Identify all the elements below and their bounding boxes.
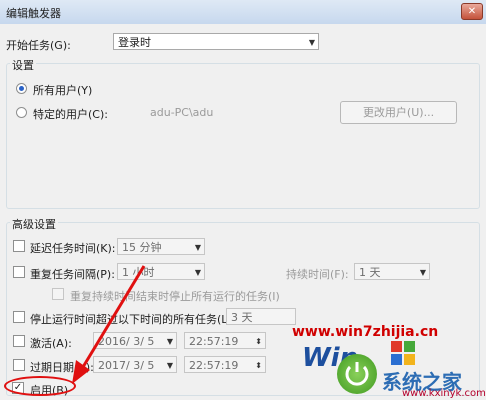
expire-checkbox[interactable]: [13, 359, 25, 371]
user-value: adu-PC\adu: [150, 106, 214, 119]
stop-long-dropdown[interactable]: 3 天: [226, 308, 296, 325]
chevron-down-icon: ▼: [166, 361, 173, 370]
activate-time: 22:57:19: [189, 335, 239, 348]
power-logo-icon: [337, 354, 377, 394]
specific-user-label: 特定的用户(C):: [33, 108, 108, 121]
change-user-button[interactable]: 更改用户(U)...: [340, 101, 457, 124]
spinner-icon: ⬍: [255, 361, 262, 370]
watermark-site: www.win7zhijia.cn: [292, 324, 439, 340]
expire-time: 22:57:19: [189, 359, 239, 372]
chevron-down-icon: ▼: [308, 38, 315, 47]
chevron-down-icon: ▼: [419, 268, 426, 277]
settings-group-title: 设置: [10, 57, 36, 73]
all-users-label: 所有用户(Y): [33, 84, 93, 97]
window-title: 编辑触发器: [6, 7, 61, 20]
chevron-down-icon: ▼: [194, 243, 201, 252]
duration-dropdown[interactable]: 1 天 ▼: [354, 263, 430, 280]
annotation-arrow-icon: [72, 265, 146, 384]
expire-time-spinner[interactable]: 22:57:19 ⬍: [184, 356, 266, 373]
begin-task-label: 开始任务(G):: [6, 39, 71, 52]
delay-value: 15 分钟: [122, 241, 162, 254]
chevron-down-icon: ▼: [194, 268, 201, 277]
stop-long-checkbox[interactable]: [13, 311, 25, 323]
begin-task-value: 登录时: [118, 36, 151, 49]
activate-checkbox[interactable]: [13, 335, 25, 347]
activate-time-spinner[interactable]: 22:57:19 ⬍: [184, 332, 266, 349]
windows-logo-icon: [390, 340, 416, 366]
spinner-icon: ⬍: [255, 337, 262, 346]
duration-label: 持续时间(F):: [286, 268, 349, 281]
specific-user-radio[interactable]: [16, 107, 27, 118]
begin-task-dropdown[interactable]: 登录时 ▼: [113, 33, 319, 50]
duration-value: 1 天: [359, 266, 381, 279]
delay-checkbox[interactable]: [13, 240, 25, 252]
watermark-site-2: www.kxinyk.com: [402, 388, 486, 399]
delay-label: 延迟任务时间(K):: [30, 242, 116, 255]
stop-long-value: 3 天: [231, 311, 253, 324]
advanced-group-title: 高级设置: [10, 216, 58, 232]
all-users-radio[interactable]: [16, 83, 27, 94]
close-button[interactable]: ✕: [461, 3, 483, 20]
chevron-down-icon: ▼: [166, 337, 173, 346]
delay-dropdown[interactable]: 15 分钟 ▼: [117, 238, 205, 255]
title-bar: [0, 0, 486, 24]
repeat-checkbox[interactable]: [13, 266, 25, 278]
